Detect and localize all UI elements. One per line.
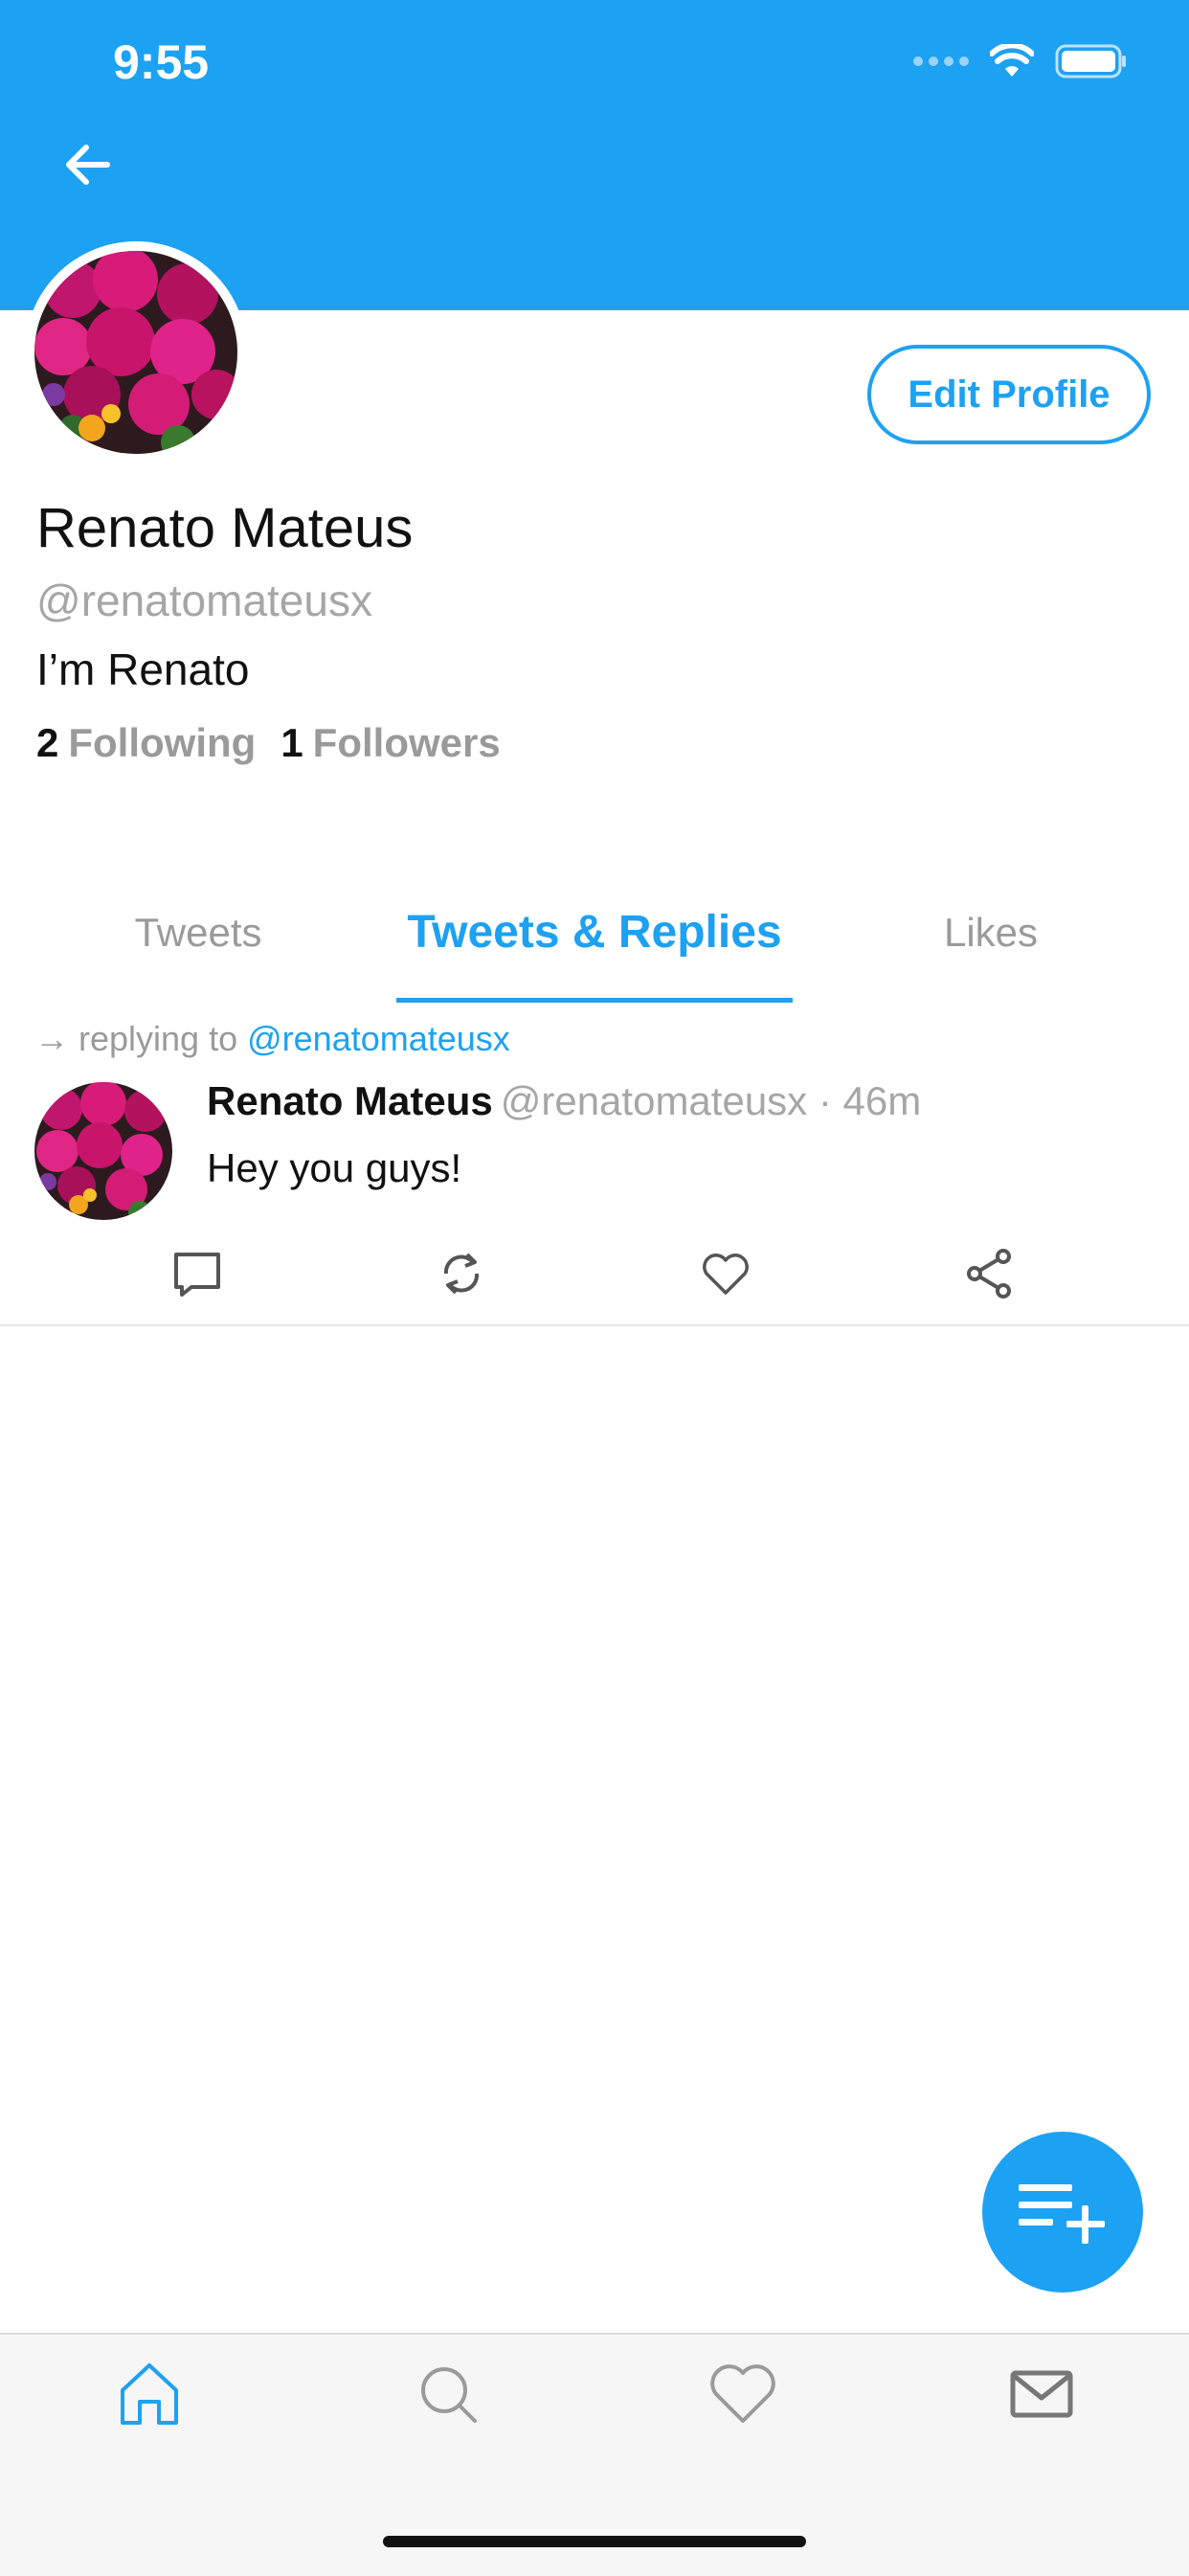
followers-stat[interactable]: 1 Followers <box>280 720 500 766</box>
retweet-icon[interactable] <box>433 1245 490 1302</box>
home-indicator <box>383 2536 806 2547</box>
profile-name: Renato Mateus <box>36 497 414 559</box>
followers-count: 1 <box>280 720 303 765</box>
following-count: 2 <box>36 720 59 765</box>
profile-avatar-ring <box>25 241 247 463</box>
tweet-divider <box>0 1324 1189 1326</box>
status-time: 9:55 <box>113 35 210 89</box>
mail-icon[interactable] <box>1003 2356 1080 2432</box>
nav-heart-icon[interactable] <box>705 2356 781 2432</box>
active-tab-indicator <box>396 998 793 1003</box>
tab-likes[interactable]: Likes <box>850 910 1132 956</box>
heart-icon[interactable] <box>697 1245 754 1302</box>
follow-stats: 2 Following 1 Followers <box>36 720 501 766</box>
profile-tabs: Tweets Tweets & Replies Likes <box>0 891 1189 1006</box>
tweet-avatar[interactable] <box>34 1082 172 1220</box>
profile-bio: I’m Renato <box>36 644 250 694</box>
tab-tweets[interactable]: Tweets <box>57 910 339 956</box>
tweet-actions <box>0 1243 1189 1310</box>
tweet-header: Renato Mateus @renatomateusx · 46m <box>207 1078 921 1124</box>
replying-to-prefix: → replying to <box>34 1019 238 1058</box>
signal-icon <box>913 56 969 66</box>
home-icon[interactable] <box>111 2356 188 2432</box>
replying-to-mention[interactable]: @renatomateusx <box>247 1019 510 1058</box>
followers-label: Followers <box>312 720 501 765</box>
back-arrow-icon[interactable] <box>57 134 119 195</box>
battery-icon <box>1055 44 1126 79</box>
status-icons <box>913 44 1128 79</box>
share-icon[interactable] <box>961 1245 1019 1302</box>
compose-list-plus-icon <box>1019 2184 1105 2244</box>
edit-profile-button[interactable]: Edit Profile <box>867 345 1151 444</box>
wifi-icon <box>990 44 1034 77</box>
tweet-text: Hey you guys! <box>207 1145 462 1190</box>
tab-tweets-replies[interactable]: Tweets & Replies <box>396 906 793 959</box>
tweet-meta: @renatomateusx · 46m <box>500 1078 922 1123</box>
following-label: Following <box>68 720 257 765</box>
replying-to-line: → replying to @renatomateusx <box>34 1019 510 1059</box>
avatar[interactable] <box>34 251 237 454</box>
profile-handle: @renatomateusx <box>36 576 372 625</box>
search-icon[interactable] <box>410 2356 486 2432</box>
compose-tweet-button[interactable] <box>982 2132 1143 2293</box>
comment-icon[interactable] <box>168 1245 226 1302</box>
tweet-author[interactable]: Renato Mateus <box>207 1078 493 1123</box>
following-stat[interactable]: 2 Following <box>36 720 256 766</box>
